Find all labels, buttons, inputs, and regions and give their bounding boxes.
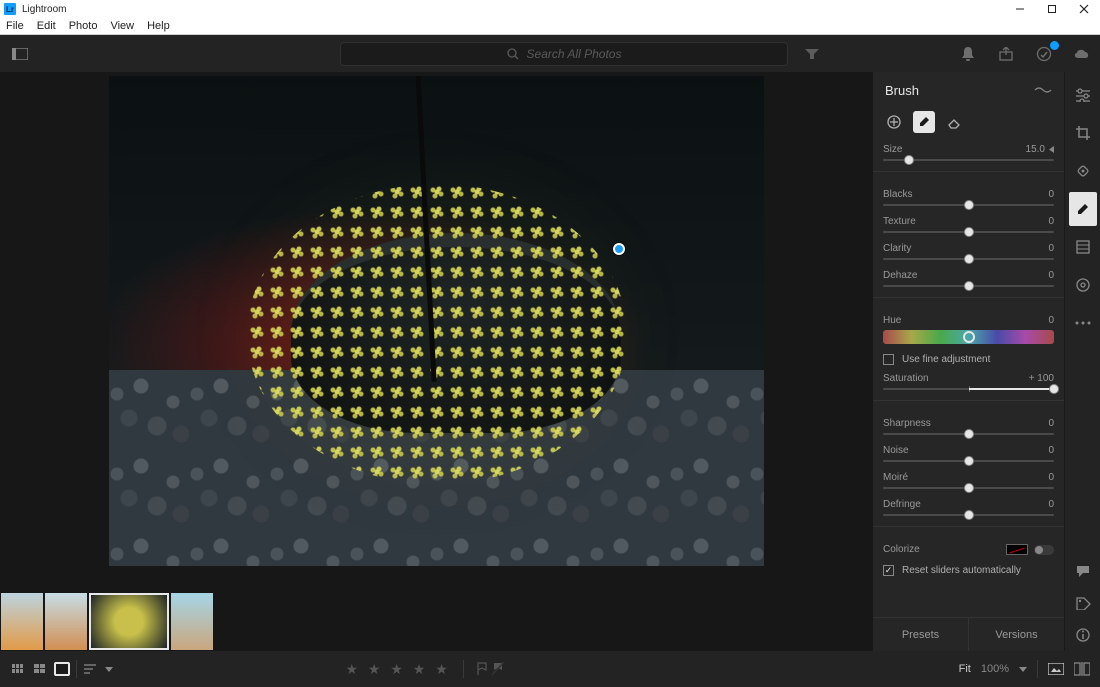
cloud-status-icon[interactable]	[1034, 44, 1054, 64]
search-icon	[507, 48, 519, 60]
healing-icon[interactable]	[1065, 154, 1100, 188]
thumbnail-selected[interactable]	[89, 593, 169, 650]
defringe-slider[interactable]: Defringe0	[883, 499, 1054, 516]
top-toolbar: Search All Photos	[0, 35, 1100, 72]
mask-pin-icon[interactable]	[613, 243, 625, 255]
radial-gradient-icon[interactable]	[1065, 268, 1100, 302]
brush-mode-button[interactable]	[913, 111, 935, 133]
brush-panel: Brush Size15.0 Blacks0 Texture0 Cl	[873, 72, 1064, 651]
tool-rail	[1064, 72, 1100, 651]
colorize-swatch[interactable]	[1006, 544, 1028, 555]
menu-help[interactable]: Help	[147, 20, 170, 32]
menu-edit[interactable]: Edit	[37, 20, 56, 32]
linear-gradient-icon[interactable]	[1065, 230, 1100, 264]
brush-tool-icon[interactable]	[1069, 192, 1097, 226]
window-titlebar: Lr Lightroom	[0, 0, 1100, 18]
flag-pick-icon[interactable]	[476, 662, 488, 676]
moire-slider[interactable]: Moiré0	[883, 472, 1054, 489]
edit-sliders-icon[interactable]	[1065, 78, 1100, 112]
chevron-down-icon[interactable]	[105, 667, 113, 672]
single-view-icon[interactable]	[54, 662, 70, 676]
erase-mode-button[interactable]	[943, 111, 965, 133]
saturation-slider[interactable]: Saturation+ 100	[883, 373, 1054, 390]
colorize-toggle[interactable]	[1034, 545, 1054, 555]
share-icon[interactable]	[996, 44, 1016, 64]
maximize-button[interactable]	[1036, 0, 1068, 18]
rating-stars[interactable]: ★ ★ ★ ★ ★	[345, 660, 503, 678]
menu-file[interactable]: File	[6, 20, 24, 32]
reset-sliders-checkbox[interactable]: ✓Reset sliders automatically	[883, 565, 1054, 576]
filter-button[interactable]	[800, 42, 824, 66]
grid-large-icon[interactable]	[32, 662, 48, 676]
show-original-icon[interactable]	[1048, 663, 1064, 675]
flag-reject-icon[interactable]	[492, 662, 504, 676]
photo-canvas[interactable]	[0, 72, 873, 592]
thumbnail[interactable]	[45, 593, 87, 650]
crop-icon[interactable]	[1065, 116, 1100, 150]
comments-icon[interactable]	[1065, 555, 1100, 587]
app-logo-icon: Lr	[4, 3, 16, 15]
chevron-down-icon[interactable]	[1019, 667, 1027, 672]
left-panel-toggle[interactable]	[8, 42, 32, 66]
hue-slider[interactable]: Hue0	[883, 315, 1054, 344]
tab-versions[interactable]: Versions	[969, 618, 1064, 651]
menu-bar: File Edit Photo View Help	[0, 18, 1100, 35]
thumbnail[interactable]	[171, 593, 213, 650]
zoom-level[interactable]: 100%	[981, 663, 1009, 675]
cloud-sync-icon[interactable]	[1072, 44, 1092, 64]
search-placeholder: Search All Photos	[527, 47, 622, 61]
sort-icon[interactable]	[83, 662, 99, 676]
grid-small-icon[interactable]	[10, 662, 26, 676]
noise-slider[interactable]: Noise0	[883, 445, 1054, 462]
texture-slider[interactable]: Texture0	[883, 216, 1054, 233]
tab-presets[interactable]: Presets	[873, 618, 969, 651]
menu-view[interactable]: View	[110, 20, 134, 32]
photo-preview	[109, 76, 764, 566]
colorize-row: Colorize	[883, 544, 1054, 555]
clarity-slider[interactable]: Clarity0	[883, 243, 1054, 260]
fit-label[interactable]: Fit	[959, 663, 971, 675]
compare-icon[interactable]	[1074, 662, 1090, 676]
reset-mask-icon[interactable]	[1034, 85, 1052, 95]
search-input[interactable]: Search All Photos	[340, 42, 788, 66]
close-button[interactable]	[1068, 0, 1100, 18]
chevron-left-icon[interactable]	[1049, 146, 1054, 153]
window-controls	[1004, 0, 1100, 18]
app-title: Lightroom	[22, 4, 66, 15]
panel-title: Brush	[885, 83, 919, 98]
dehaze-slider[interactable]: Dehaze0	[883, 270, 1054, 287]
sharpness-slider[interactable]: Sharpness0	[883, 418, 1054, 435]
size-slider[interactable]: Size15.0	[883, 144, 1054, 161]
menu-photo[interactable]: Photo	[69, 20, 98, 32]
filmstrip	[0, 592, 873, 651]
thumbnail[interactable]	[1, 593, 43, 650]
notifications-icon[interactable]	[958, 44, 978, 64]
minimize-button[interactable]	[1004, 0, 1036, 18]
more-tools-icon[interactable]	[1065, 306, 1100, 340]
fine-adjustment-checkbox[interactable]: Use fine adjustment	[883, 354, 1054, 365]
panel-bottom-tabs: Presets Versions	[873, 617, 1064, 651]
bottom-bar: ★ ★ ★ ★ ★ Fit 100%	[0, 651, 1100, 687]
keywords-icon[interactable]	[1065, 587, 1100, 619]
badge-icon	[1050, 41, 1059, 50]
add-mask-button[interactable]	[883, 111, 905, 133]
blacks-slider[interactable]: Blacks0	[883, 189, 1054, 206]
info-icon[interactable]	[1065, 619, 1100, 651]
